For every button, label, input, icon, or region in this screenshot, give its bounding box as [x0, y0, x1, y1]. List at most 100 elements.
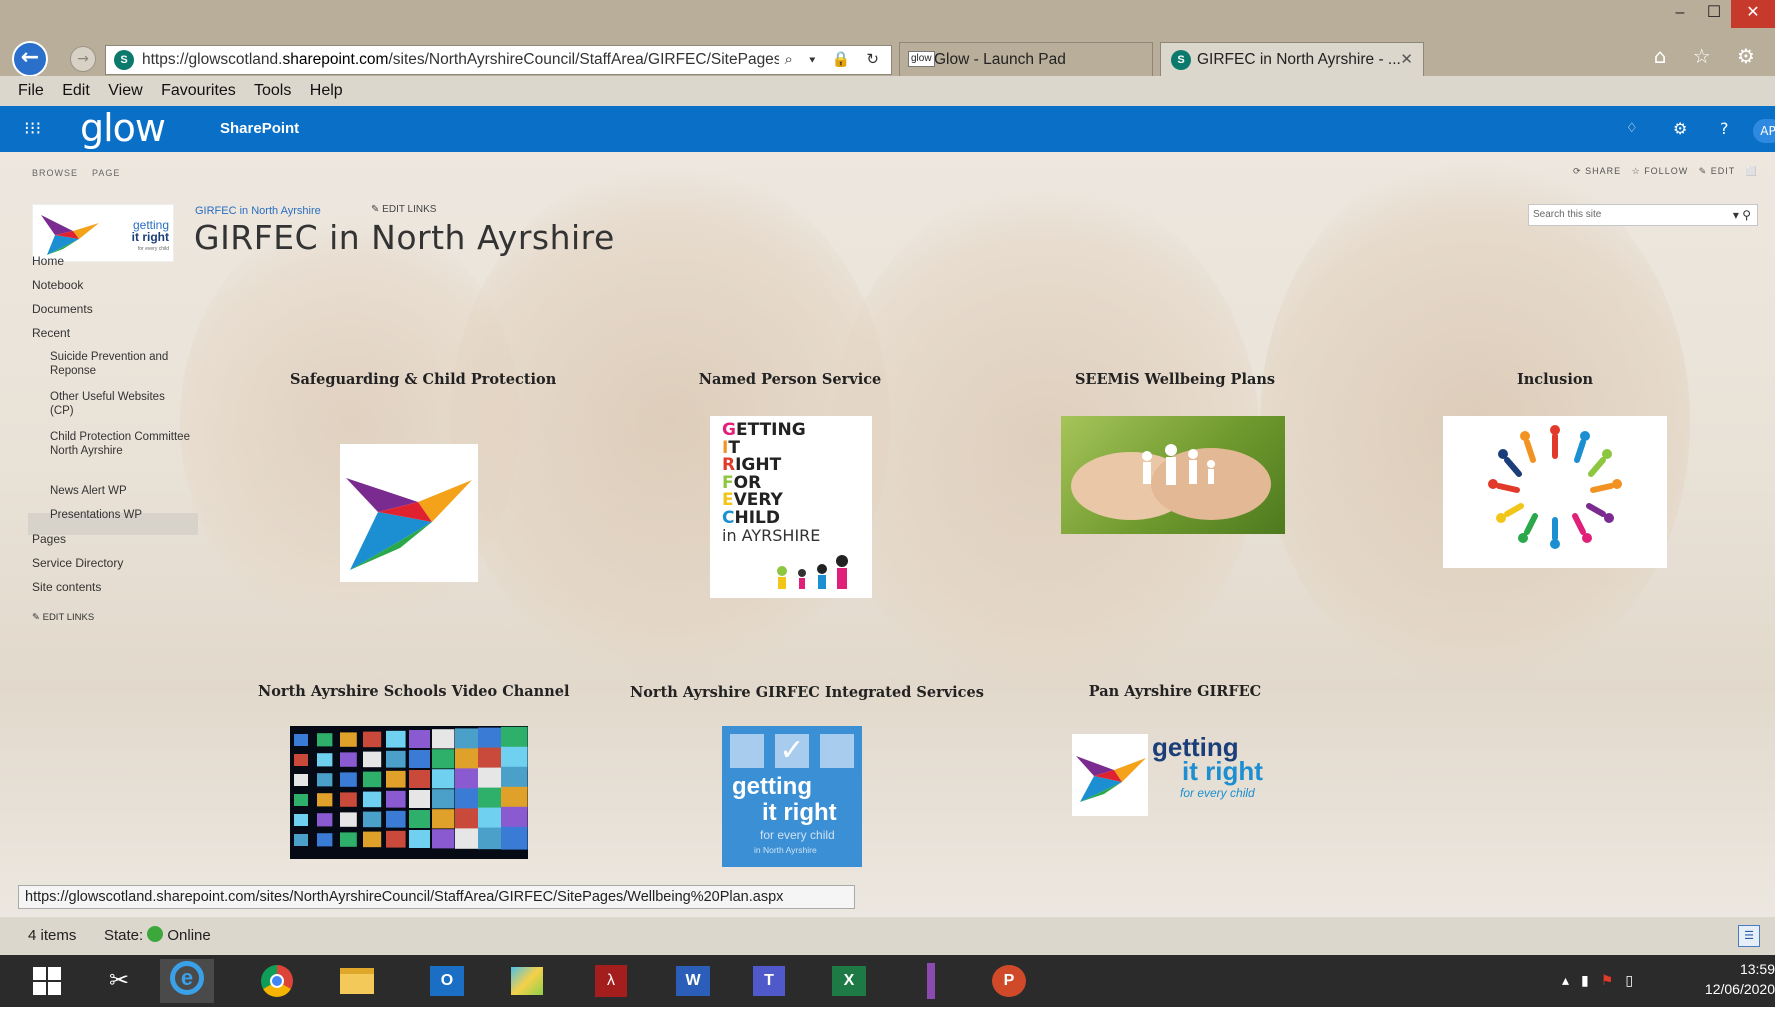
tile-title-inclusion[interactable]: Inclusion: [1435, 371, 1675, 388]
video-thumbnail: [363, 811, 382, 828]
acronym-tail: in AYRSHIRE: [722, 526, 821, 545]
state-indicator: State: Online: [104, 917, 211, 955]
acrobat-icon[interactable]: λ: [584, 959, 638, 1003]
tile-image-safeguarding[interactable]: [340, 444, 478, 582]
close-window-button[interactable]: ✕: [1731, 0, 1775, 28]
chrome-icon[interactable]: [250, 959, 304, 1003]
sticky-notes-icon[interactable]: [500, 959, 554, 1003]
internet-explorer-icon[interactable]: e: [160, 959, 214, 1003]
share-button[interactable]: SHARE: [1585, 166, 1621, 176]
video-thumbnail: [432, 769, 455, 789]
tab-close-icon[interactable]: ✕: [1400, 43, 1413, 76]
tile-image-seemis-wellbeing[interactable]: [1061, 416, 1285, 534]
teams-icon[interactable]: T: [742, 959, 796, 1003]
minimize-button[interactable]: –: [1663, 0, 1697, 28]
video-thumbnail: [386, 730, 406, 748]
clock[interactable]: 13:59 12/06/2020: [1690, 959, 1775, 999]
system-tray[interactable]: ▴▮⚑▯: [1562, 955, 1645, 1007]
suite-bar: ⁝⁝⁝ glow SharePoint ♢ ⚙ ? AP: [0, 106, 1775, 152]
tile-title-safeguarding[interactable]: Safeguarding & Child Protection: [290, 371, 556, 388]
video-thumbnail: [478, 827, 504, 850]
nav-recent[interactable]: Recent: [32, 326, 70, 340]
breadcrumb[interactable]: GIRFEC in North Ayrshire: [195, 205, 321, 217]
video-thumbnail: [363, 791, 382, 808]
nav-suicide-prevention[interactable]: Suicide Prevention and Reponse: [50, 350, 190, 378]
menu-edit[interactable]: Edit: [62, 82, 90, 99]
video-thumbnail: [409, 750, 430, 768]
tile-title-seemis-wellbeing[interactable]: SEEMiS Wellbeing Plans: [1055, 371, 1295, 388]
search-input[interactable]: Search this site ▾ ⚲: [1528, 204, 1758, 226]
chevron-up-icon[interactable]: ▴: [1562, 973, 1581, 989]
view-toggle-icon[interactable]: ☰: [1738, 925, 1760, 947]
nav-home[interactable]: Home: [32, 254, 64, 268]
search-icon[interactable]: ▾ ⚲: [1733, 205, 1751, 225]
nav-site-contents[interactable]: Site contents: [32, 580, 101, 594]
video-thumbnail: [501, 746, 528, 770]
menu-favourites[interactable]: Favourites: [161, 82, 236, 99]
app-icon[interactable]: [904, 959, 958, 1003]
nav-edit-links[interactable]: ✎ EDIT LINKS: [32, 612, 94, 623]
video-thumbnail: [432, 749, 455, 769]
hands-family-icon: [1071, 444, 1271, 520]
home-favorites-tools-icons[interactable]: ⌂ ☆ ⚙: [1654, 44, 1765, 68]
nav-pages[interactable]: Pages: [32, 532, 66, 546]
edit-button[interactable]: EDIT: [1711, 166, 1736, 176]
nav-service-directory[interactable]: Service Directory: [32, 556, 123, 570]
tile-image-pan-ayrshire[interactable]: getting it right for every child: [1072, 734, 1280, 816]
nav-presentations[interactable]: Presentations WP: [50, 508, 190, 522]
outlook-icon[interactable]: O: [420, 959, 474, 1003]
tile-title-video-channel[interactable]: North Ayrshire Schools Video Channel: [258, 683, 570, 700]
circle-of-people-icon: [1488, 425, 1622, 549]
powerpoint-icon[interactable]: P: [982, 959, 1036, 1003]
video-thumbnail: [317, 773, 333, 787]
edit-links-top[interactable]: ✎ EDIT LINKS: [371, 204, 436, 215]
follow-button[interactable]: FOLLOW: [1644, 166, 1688, 176]
excel-icon[interactable]: X: [822, 959, 876, 1003]
video-thumbnail: [478, 787, 504, 810]
tile-title-pan-ayrshire[interactable]: Pan Ayrshire GIRFEC: [1050, 683, 1300, 700]
menu-view[interactable]: View: [108, 82, 142, 99]
video-thumbnail: [501, 766, 528, 790]
nav-other-useful-websites[interactable]: Other Useful Websites (CP): [50, 390, 190, 418]
menu-tools[interactable]: Tools: [254, 82, 291, 99]
tile-image-inclusion[interactable]: [1443, 416, 1667, 568]
tile-image-named-person[interactable]: GETTING IT RIGHT FOR EVERY CHILD in AYRS…: [710, 416, 872, 598]
bell-icon[interactable]: ♢: [1626, 106, 1638, 152]
nav-child-protection-committee[interactable]: Child Protection Committee North Ayrshir…: [50, 430, 190, 458]
snipping-tool-icon[interactable]: ✂: [92, 959, 146, 1003]
address-bar[interactable]: S https://glowscotland.sharepoint.com/si…: [105, 45, 892, 75]
gear-icon[interactable]: ⚙: [1673, 106, 1687, 152]
back-button[interactable]: ←: [12, 41, 48, 77]
ribbon-page-tab[interactable]: PAGE: [92, 168, 120, 178]
maximize-button[interactable]: ☐: [1697, 0, 1731, 28]
tile-image-video-channel[interactable]: [290, 726, 528, 859]
nav-news-alert[interactable]: News Alert WP: [50, 484, 190, 498]
glow-logo[interactable]: glow: [80, 108, 166, 148]
tile-title-named-person[interactable]: Named Person Service: [670, 371, 910, 388]
avatar[interactable]: AP: [1753, 119, 1775, 143]
file-explorer-icon[interactable]: [330, 959, 384, 1003]
app-launcher-icon[interactable]: ⁝⁝⁝: [24, 106, 41, 152]
signal-icon: ▮: [1581, 973, 1601, 989]
bird-logo-icon: [1076, 756, 1146, 802]
ribbon-tabs: BROWSE PAGE: [32, 168, 120, 178]
nav-notebook[interactable]: Notebook: [32, 278, 83, 292]
video-thumbnail: [432, 789, 455, 809]
focus-icon[interactable]: ⬜: [1746, 166, 1758, 176]
video-thumbnail: [432, 729, 455, 749]
help-icon[interactable]: ?: [1720, 106, 1729, 152]
nav-documents[interactable]: Documents: [32, 302, 93, 316]
menu-file[interactable]: File: [18, 82, 44, 99]
forward-button[interactable]: →: [70, 46, 96, 72]
address-bar-icons[interactable]: ⌕ ▾ 🔒 ↻: [778, 46, 885, 74]
sharepoint-label[interactable]: SharePoint: [220, 106, 299, 152]
word-icon[interactable]: W: [666, 959, 720, 1003]
tab-glow-launch-pad[interactable]: glow Glow - Launch Pad: [899, 42, 1153, 77]
tile-title-integrated-services[interactable]: North Ayrshire GIRFEC Integrated Service…: [630, 684, 984, 701]
ribbon-browse-tab[interactable]: BROWSE: [32, 168, 78, 178]
ribbon-actions: ⟳ SHARE ☆ FOLLOW ✎ EDIT ⬜: [1573, 166, 1758, 177]
start-button[interactable]: [20, 959, 74, 1003]
tile-image-integrated-services[interactable]: ✓ getting it right for every child in No…: [722, 726, 862, 867]
tab-girfec[interactable]: S GIRFEC in North Ayrshire - ... ✕: [1160, 42, 1424, 77]
menu-help[interactable]: Help: [310, 82, 343, 99]
